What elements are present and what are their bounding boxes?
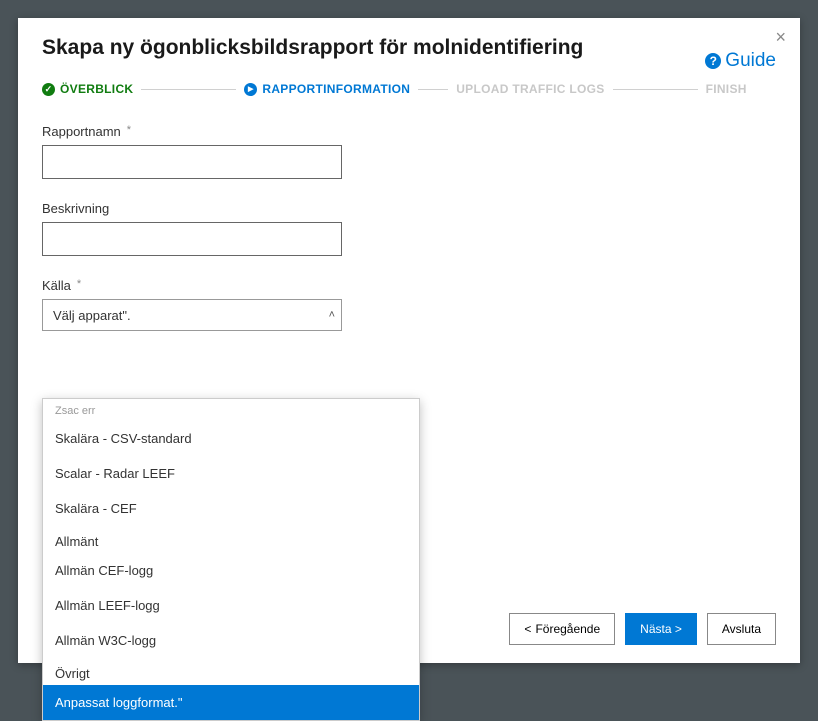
play-icon [244, 83, 257, 96]
step-separator [613, 89, 698, 90]
button-label: Föregående [535, 622, 600, 636]
dropdown-group-header: Allmänt [43, 526, 419, 553]
previous-button[interactable]: < Föregående [509, 613, 615, 645]
source-selected-value: Välj apparat". [53, 308, 131, 323]
dropdown-item[interactable]: Allmän CEF-logg [43, 553, 419, 588]
help-icon: ? [705, 53, 721, 69]
step-upload: UPLOAD TRAFFIC LOGS [456, 82, 604, 96]
dropdown-item[interactable]: Skalära - CEF [43, 491, 419, 526]
required-mark: * [127, 124, 131, 136]
modal-title: Skapa ny ögonblicksbildsrapport för moln… [42, 36, 583, 60]
step-separator [141, 89, 236, 90]
guide-link[interactable]: ? Guide [705, 50, 776, 72]
exit-button[interactable]: Avsluta [707, 613, 776, 645]
required-mark: * [77, 278, 81, 290]
chevron-up-icon: ˄ [329, 309, 335, 321]
dropdown-item-selected[interactable]: Anpassat loggformat." [43, 685, 419, 720]
description-input[interactable] [42, 222, 342, 256]
dropdown-item[interactable]: Skalära - CSV-standard [43, 421, 419, 456]
next-button[interactable]: Nästa > [625, 613, 697, 645]
step-label: ÖVERBLICK [60, 82, 133, 96]
guide-label: Guide [725, 50, 776, 72]
description-label: Beskrivning [42, 201, 776, 216]
source-label: Källa* [42, 278, 776, 293]
dropdown-item[interactable]: Allmän LEEF-logg [43, 588, 419, 623]
step-report-info[interactable]: RAPPORTINFORMATION [244, 82, 410, 96]
dropdown-group-header: Övrigt [43, 658, 419, 685]
close-icon[interactable]: × [775, 28, 786, 46]
dropdown-item[interactable]: Scalar - Radar LEEF [43, 456, 419, 491]
wizard-steps: ÖVERBLICK RAPPORTINFORMATION UPLOAD TRAF… [42, 82, 776, 96]
report-name-label: Rapportnamn* [42, 124, 776, 139]
check-icon [42, 83, 55, 96]
step-label: FINISH [706, 82, 747, 96]
report-name-group: Rapportnamn* [42, 124, 776, 179]
step-label: UPLOAD TRAFFIC LOGS [456, 82, 604, 96]
source-dropdown-scroll[interactable]: Zsac err Skalära - CSV-standard Scalar -… [43, 399, 419, 720]
modal-header: Skapa ny ögonblicksbildsrapport för moln… [42, 36, 776, 72]
description-group: Beskrivning [42, 201, 776, 256]
dropdown-item[interactable]: Zsac err [43, 399, 419, 421]
chevron-left-icon: < [524, 622, 531, 636]
step-finish: FINISH [706, 82, 747, 96]
step-overview[interactable]: ÖVERBLICK [42, 82, 133, 96]
report-name-input[interactable] [42, 145, 342, 179]
create-snapshot-report-modal: × Skapa ny ögonblicksbildsrapport för mo… [18, 18, 800, 663]
step-label: RAPPORTINFORMATION [262, 82, 410, 96]
footer-buttons: < Föregående Nästa > Avsluta [509, 613, 776, 645]
source-select[interactable]: Välj apparat". ˄ [42, 299, 342, 331]
source-dropdown: Zsac err Skalära - CSV-standard Scalar -… [42, 398, 420, 721]
source-group: Källa* Välj apparat". ˄ [42, 278, 776, 331]
dropdown-item[interactable]: Allmän W3C-logg [43, 623, 419, 658]
step-separator [418, 89, 448, 90]
